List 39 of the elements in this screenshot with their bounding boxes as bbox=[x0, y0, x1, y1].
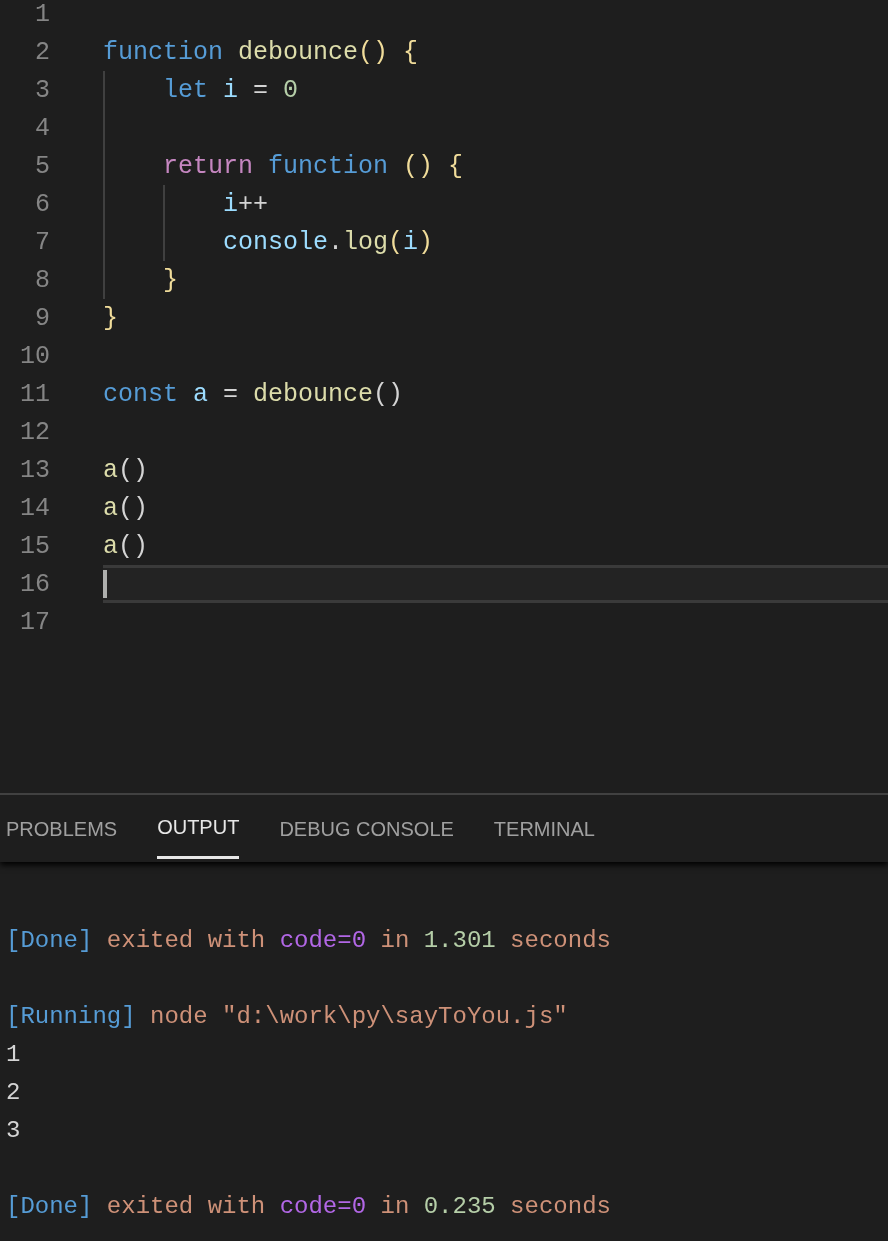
line-number: 7 bbox=[34, 227, 50, 257]
line-number: 4 bbox=[34, 113, 50, 143]
code-line: let i = 0 bbox=[162, 75, 299, 105]
output-line: 2 bbox=[6, 1078, 21, 1106]
line-number: 15 bbox=[19, 531, 50, 561]
panel-tab[interactable]: OUTPUT bbox=[157, 795, 240, 859]
line-number: 13 bbox=[19, 455, 50, 485]
code-line: } bbox=[162, 265, 178, 295]
code-line: } bbox=[103, 303, 118, 333]
line-number: 12 bbox=[19, 417, 50, 447]
panel-tab[interactable]: PROBLEMS bbox=[6, 795, 118, 862]
line-number: 2 bbox=[34, 37, 50, 67]
panel-tab[interactable]: DEBUG CONSOLE bbox=[279, 795, 454, 862]
code-line: return function () { bbox=[162, 151, 464, 181]
code-line: console.log(i) bbox=[222, 227, 434, 257]
line-number: 1 bbox=[34, 0, 50, 29]
line-number: 17 bbox=[19, 607, 50, 637]
code-line: a() bbox=[103, 531, 149, 561]
panel-tab[interactable]: TERMINAL bbox=[493, 795, 595, 862]
code-line: function debounce() { bbox=[103, 37, 419, 67]
line-number: 5 bbox=[34, 151, 50, 181]
code-line: a() bbox=[103, 455, 149, 485]
output-line: [Done] exited with code=0 in 0.235 seconds bbox=[6, 1192, 611, 1220]
code-line: a() bbox=[103, 493, 149, 523]
line-number: 14 bbox=[19, 493, 50, 523]
text-cursor bbox=[103, 570, 107, 598]
code-line: const a = debounce() bbox=[103, 379, 404, 409]
line-number: 11 bbox=[19, 379, 50, 409]
line-number: 3 bbox=[34, 75, 50, 105]
line-number: 16 bbox=[19, 569, 50, 599]
output-line: 1 bbox=[6, 1040, 21, 1068]
output-line: 3 bbox=[6, 1116, 21, 1144]
line-number: 8 bbox=[34, 265, 50, 295]
line-number: 9 bbox=[34, 303, 50, 333]
output-line: [Running] node "d:\work\py\sayToYou.js" bbox=[6, 1002, 568, 1030]
code-line: i++ bbox=[222, 189, 269, 219]
output-line: [Done] exited with code=0 in 1.301 seconds bbox=[6, 926, 611, 954]
line-number: 6 bbox=[34, 189, 50, 219]
line-number: 10 bbox=[19, 341, 50, 371]
